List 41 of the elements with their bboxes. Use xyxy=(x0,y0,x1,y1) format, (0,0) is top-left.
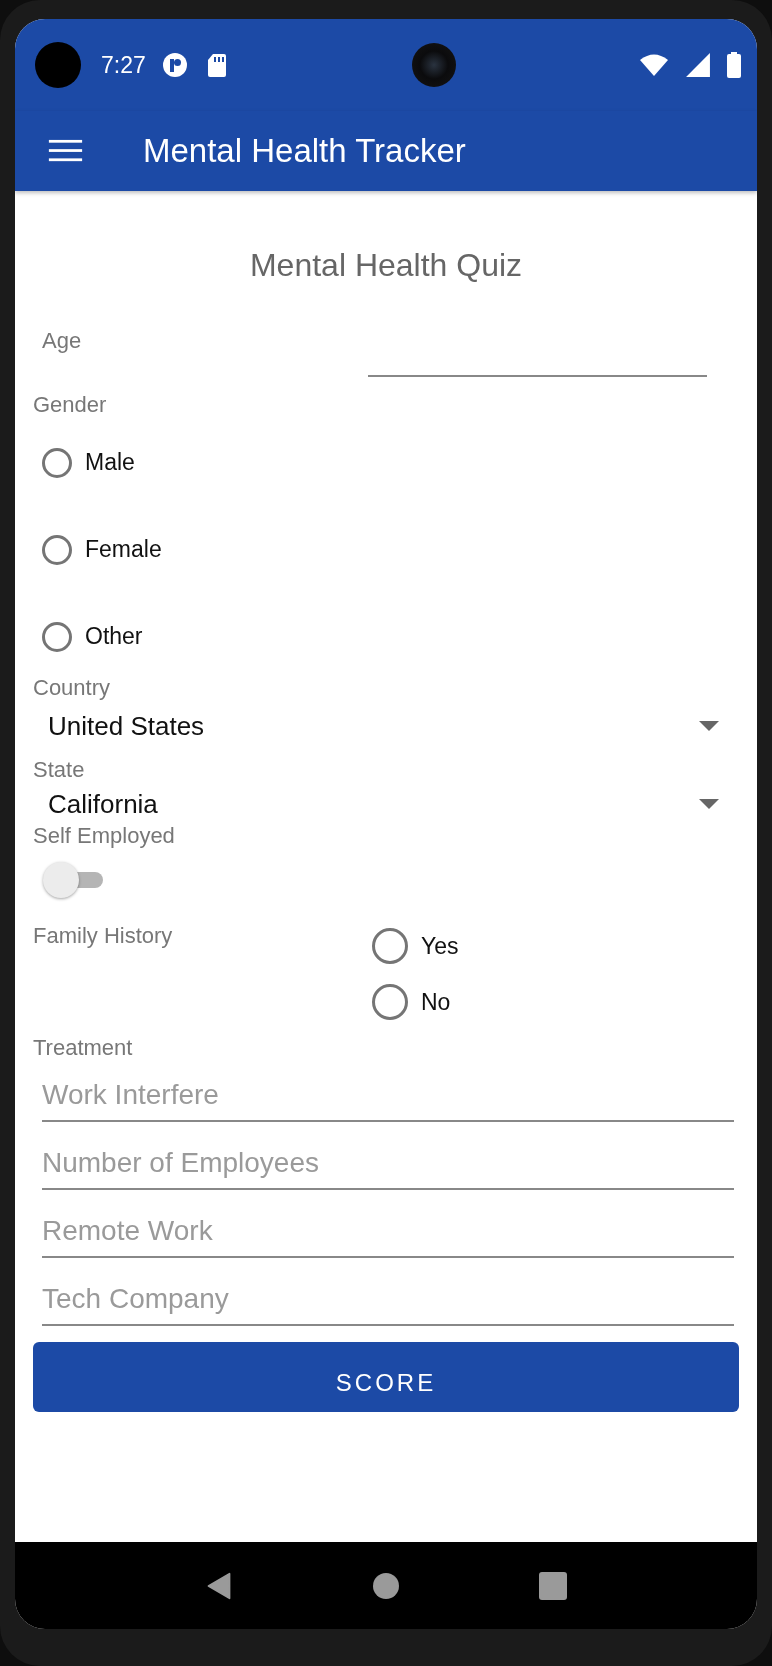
field-label: Age xyxy=(42,327,82,355)
field-label: Country xyxy=(33,674,112,702)
radio-option[interactable]: Yes xyxy=(372,928,459,964)
recents-icon[interactable] xyxy=(539,1571,568,1600)
dropdown-value: United States xyxy=(48,710,206,742)
toggle-switch[interactable] xyxy=(43,862,105,898)
score-button[interactable]: SCORE xyxy=(33,1342,739,1412)
battery-icon xyxy=(727,52,741,78)
dropdown[interactable]: California xyxy=(33,784,739,824)
cell-signal-icon xyxy=(685,52,711,78)
dropdown-value: California xyxy=(48,788,159,820)
status-time: 7:27 xyxy=(101,51,146,79)
radio-label: Female xyxy=(85,536,162,563)
text-input-field[interactable]: Remote Work xyxy=(42,1206,734,1258)
field-label: State xyxy=(33,756,86,784)
radio-option[interactable]: Other xyxy=(42,621,143,652)
field-label: Treatment xyxy=(33,1034,134,1062)
dropdown-caret-icon xyxy=(699,799,719,809)
radio-label: Male xyxy=(85,449,135,476)
radio-label: Yes xyxy=(421,932,459,960)
radio-option[interactable]: No xyxy=(372,984,459,1020)
quiz-title: Mental Health Quiz xyxy=(248,246,524,285)
wifi-icon xyxy=(639,53,669,77)
app-title: Mental Health Tracker xyxy=(143,132,466,170)
radio-option[interactable]: Female xyxy=(42,534,162,565)
app-notification-icon xyxy=(161,52,188,78)
dropdown-caret-icon xyxy=(699,721,719,731)
home-icon[interactable] xyxy=(372,1571,400,1600)
text-input-field[interactable]: Number of Employees xyxy=(42,1138,734,1190)
radio-label: Other xyxy=(85,623,143,650)
menu-icon[interactable] xyxy=(48,139,83,163)
field-label: Family History xyxy=(33,922,174,950)
camera-cutout-icon xyxy=(35,42,81,88)
dropdown[interactable]: United States xyxy=(33,702,739,750)
radio-option[interactable]: Male xyxy=(42,447,135,478)
text-input-field[interactable]: Tech Company xyxy=(42,1274,734,1326)
front-camera-icon xyxy=(412,43,457,87)
field-label: Gender xyxy=(33,391,108,419)
text-input-field[interactable]: Work Interfere xyxy=(42,1070,734,1122)
radio-label: No xyxy=(421,988,451,1016)
field-label: Self Employed xyxy=(33,822,176,850)
